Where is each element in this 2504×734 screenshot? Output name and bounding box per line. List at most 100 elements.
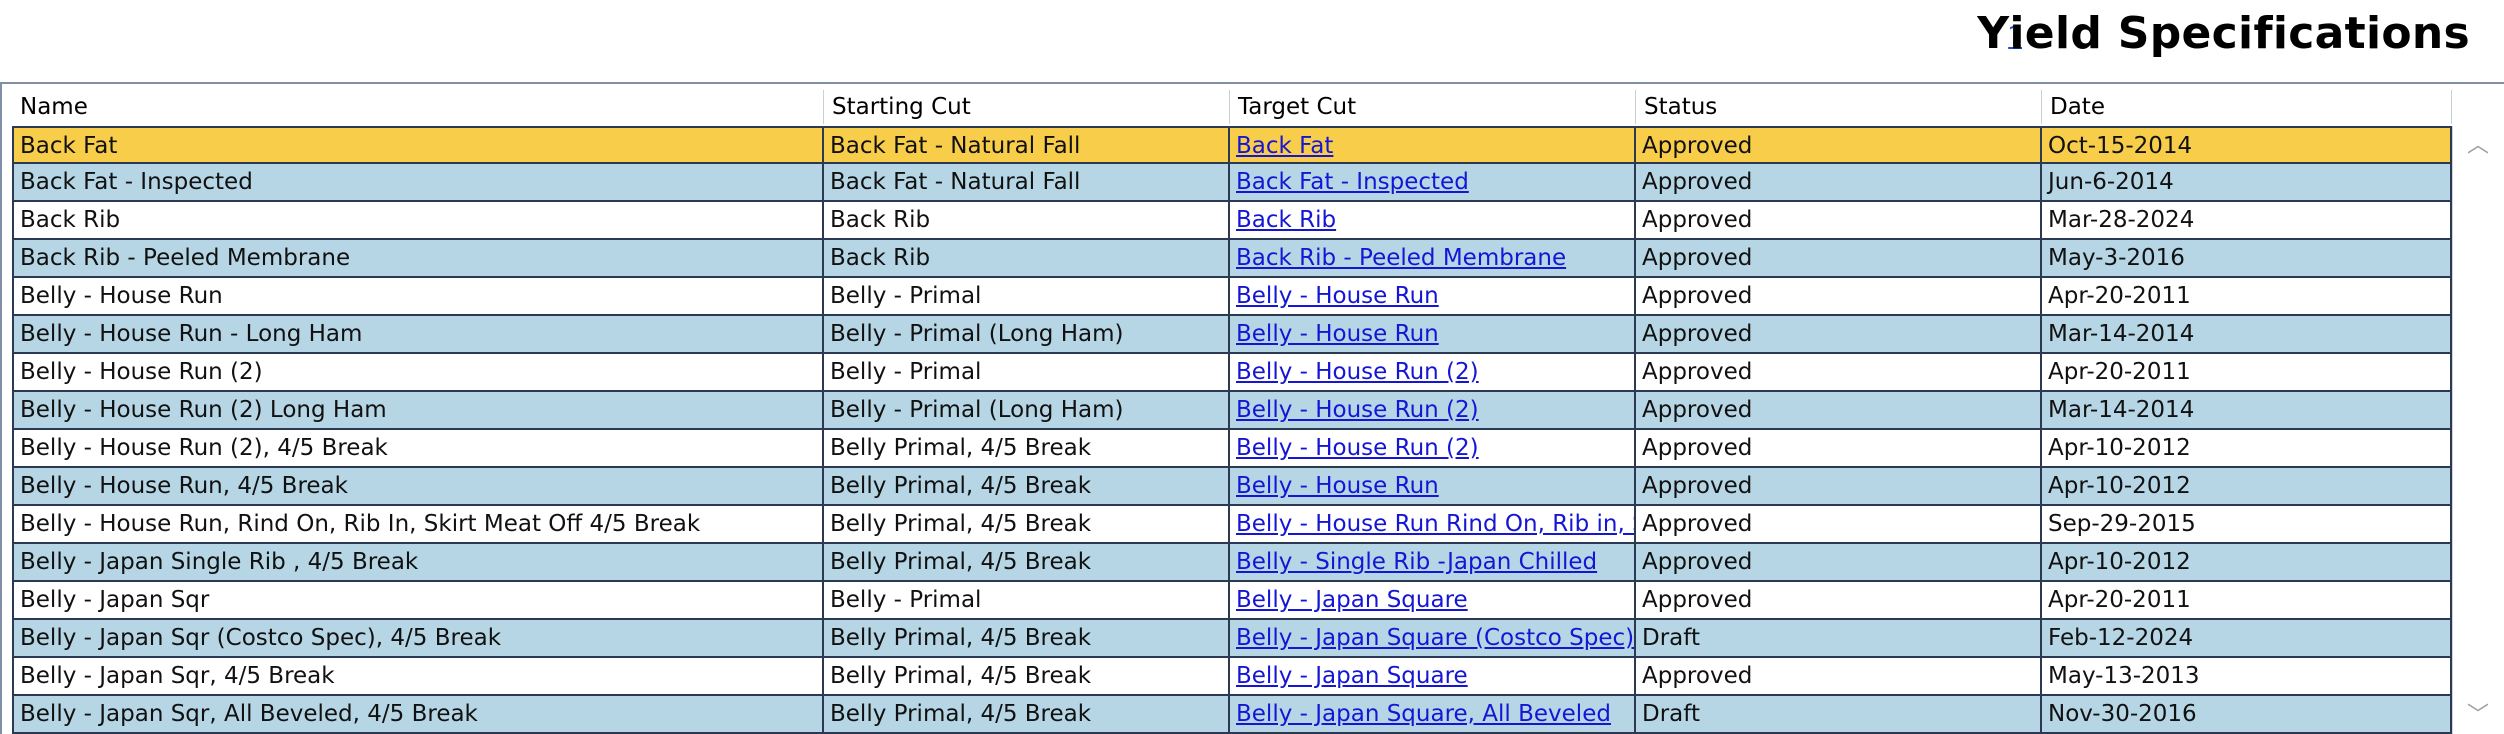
cell-name[interactable]: Belly - House Run, 4/5 Break: [12, 468, 824, 506]
cell-name[interactable]: Belly - Japan Sqr: [12, 582, 824, 620]
cell-status[interactable]: Approved: [1636, 430, 2042, 468]
cell-starting-cut[interactable]: Belly Primal, 4/5 Break: [824, 430, 1230, 468]
chevron-up-icon[interactable]: ︿: [2453, 126, 2503, 166]
cell-starting-cut[interactable]: Belly - Primal (Long Ham): [824, 392, 1230, 430]
cell-date[interactable]: Sep-29-2015: [2042, 506, 2452, 544]
cell-starting-cut[interactable]: Belly Primal, 4/5 Break: [824, 658, 1230, 696]
cell-name[interactable]: Belly - Japan Single Rib , 4/5 Break: [12, 544, 824, 582]
cell-name[interactable]: Belly - House Run (2): [12, 354, 824, 392]
table-row[interactable]: Belly - Japan Sqr, 4/5 Break Belly Primal…: [12, 658, 2452, 696]
cell-starting-cut[interactable]: Belly Primal, 4/5 Break: [824, 620, 1230, 658]
cell-date[interactable]: Apr-10-2012: [2042, 468, 2452, 506]
cell-name[interactable]: Belly - House Run, Rind On, Rib In, Skir…: [12, 506, 824, 544]
table-row[interactable]: Belly - Japan Sqr, All Beveled, 4/5 Brea…: [12, 696, 2452, 734]
cell-date[interactable]: Oct-15-2014: [2042, 126, 2452, 164]
cell-name[interactable]: Belly - House Run (2), 4/5 Break: [12, 430, 824, 468]
cell-status[interactable]: Approved: [1636, 392, 2042, 430]
cell-name[interactable]: Belly - House Run (2) Long Ham: [12, 392, 824, 430]
cell-starting-cut[interactable]: Back Rib: [824, 202, 1230, 240]
cell-name[interactable]: Belly - Japan Sqr (Costco Spec), 4/5 Bre…: [12, 620, 824, 658]
cell-status[interactable]: Approved: [1636, 316, 2042, 354]
cell-status[interactable]: Approved: [1636, 506, 2042, 544]
cell-date[interactable]: Apr-10-2012: [2042, 544, 2452, 582]
target-cut-link[interactable]: Belly - House Run: [1236, 321, 1439, 347]
column-header-status[interactable]: Status: [1636, 90, 2042, 124]
target-cut-link[interactable]: Back Rib - Peeled Membrane: [1236, 245, 1566, 271]
cell-status[interactable]: Approved: [1636, 278, 2042, 316]
cell-starting-cut[interactable]: Belly Primal, 4/5 Break: [824, 696, 1230, 734]
cell-date[interactable]: Nov-30-2016: [2042, 696, 2452, 734]
target-cut-link[interactable]: Back Fat - Inspected: [1236, 169, 1469, 195]
column-header-target-cut[interactable]: Target Cut: [1230, 90, 1636, 124]
target-cut-link[interactable]: Back Fat: [1236, 133, 1333, 159]
table-row[interactable]: Belly - House Run (2) Long Ham Belly - Pr…: [12, 392, 2452, 430]
vertical-scrollbar[interactable]: ︿ ﹀: [2452, 126, 2503, 734]
target-cut-link[interactable]: Belly - House Run (2): [1236, 397, 1479, 423]
cell-date[interactable]: Apr-20-2011: [2042, 354, 2452, 392]
cell-name[interactable]: Belly - House Run - Long Ham: [12, 316, 824, 354]
cell-name[interactable]: Back Fat - Inspected: [12, 164, 824, 202]
table-row[interactable]: Belly - House Run, 4/5 Break Belly Primal…: [12, 468, 2452, 506]
target-cut-link[interactable]: Belly - Japan Square (Costco Spec): [1236, 625, 1634, 651]
cell-status[interactable]: Draft: [1636, 620, 2042, 658]
table-row[interactable]: Belly - Japan Single Rib , 4/5 Break Bell…: [12, 544, 2452, 582]
table-row[interactable]: Belly - House Run (2) Belly - Primal Belly…: [12, 354, 2452, 392]
table-row[interactable]: Belly - House Run Belly - Primal Belly - H…: [12, 278, 2452, 316]
target-cut-link[interactable]: Belly - Japan Square: [1236, 587, 1468, 613]
table-row[interactable]: Belly - House Run - Long Ham Belly - Prim…: [12, 316, 2452, 354]
cell-status[interactable]: Draft: [1636, 696, 2042, 734]
cell-date[interactable]: Mar-28-2024: [2042, 202, 2452, 240]
cell-starting-cut[interactable]: Back Fat - Natural Fall: [824, 126, 1230, 164]
cell-date[interactable]: Apr-10-2012: [2042, 430, 2452, 468]
target-cut-link[interactable]: Belly - Japan Square, All Beveled: [1236, 701, 1611, 727]
cell-status[interactable]: Approved: [1636, 354, 2042, 392]
cell-name[interactable]: Back Fat: [12, 126, 824, 164]
cell-status[interactable]: Approved: [1636, 202, 2042, 240]
cell-name[interactable]: Belly - House Run: [12, 278, 824, 316]
table-row[interactable]: Belly - House Run, Rind On, Rib In, Skir…: [12, 506, 2452, 544]
cell-starting-cut[interactable]: Belly - Primal: [824, 354, 1230, 392]
target-cut-link[interactable]: Back Rib: [1236, 207, 1336, 233]
target-cut-link[interactable]: Belly - Japan Square: [1236, 663, 1468, 689]
cell-starting-cut[interactable]: Belly - Primal: [824, 582, 1230, 620]
cell-starting-cut[interactable]: Belly - Primal (Long Ham): [824, 316, 1230, 354]
column-header-name[interactable]: Name: [12, 90, 824, 124]
target-cut-link[interactable]: Belly - House Run (2): [1236, 359, 1479, 385]
cell-name[interactable]: Back Rib: [12, 202, 824, 240]
column-header-starting-cut[interactable]: Starting Cut: [824, 90, 1230, 124]
target-cut-link[interactable]: Belly - House Run: [1236, 473, 1439, 499]
cell-starting-cut[interactable]: Belly Primal, 4/5 Break: [824, 506, 1230, 544]
target-cut-link[interactable]: Belly - House Run: [1236, 283, 1439, 309]
table-row[interactable]: Back Fat Back Fat - Natural Fall Back Fat A…: [12, 126, 2452, 164]
table-row[interactable]: Belly - Japan Sqr (Costco Spec), 4/5 Bre…: [12, 620, 2452, 658]
cell-status[interactable]: Approved: [1636, 582, 2042, 620]
cell-status[interactable]: Approved: [1636, 658, 2042, 696]
cell-date[interactable]: Feb-12-2024: [2042, 620, 2452, 658]
cell-date[interactable]: Jun-6-2014: [2042, 164, 2452, 202]
cell-status[interactable]: Approved: [1636, 164, 2042, 202]
cell-starting-cut[interactable]: Back Rib: [824, 240, 1230, 278]
column-header-date[interactable]: Date: [2042, 90, 2452, 124]
table-row[interactable]: Back Fat - Inspected Back Fat - Natural F…: [12, 164, 2452, 202]
cell-status[interactable]: Approved: [1636, 240, 2042, 278]
cell-starting-cut[interactable]: Belly Primal, 4/5 Break: [824, 468, 1230, 506]
cell-starting-cut[interactable]: Belly Primal, 4/5 Break: [824, 544, 1230, 582]
cell-date[interactable]: Apr-20-2011: [2042, 582, 2452, 620]
cell-starting-cut[interactable]: Back Fat - Natural Fall: [824, 164, 1230, 202]
table-row[interactable]: Back Rib - Peeled Membrane Back Rib Back R…: [12, 240, 2452, 278]
table-row[interactable]: Belly - House Run (2), 4/5 Break Belly Pr…: [12, 430, 2452, 468]
cell-date[interactable]: May-3-2016: [2042, 240, 2452, 278]
cell-starting-cut[interactable]: Belly - Primal: [824, 278, 1230, 316]
cell-name[interactable]: Belly - Japan Sqr, 4/5 Break: [12, 658, 824, 696]
cell-date[interactable]: May-13-2013: [2042, 658, 2452, 696]
target-cut-link[interactable]: Belly - House Run (2): [1236, 435, 1479, 461]
table-row[interactable]: Belly - Japan Sqr Belly - Primal Belly - J…: [12, 582, 2452, 620]
cell-name[interactable]: Back Rib - Peeled Membrane: [12, 240, 824, 278]
target-cut-link[interactable]: Belly - House Run Rind On, Rib in, Skir: [1236, 511, 1634, 537]
chevron-down-icon[interactable]: ﹀: [2453, 696, 2503, 734]
cell-status[interactable]: Approved: [1636, 126, 2042, 164]
cell-date[interactable]: Mar-14-2014: [2042, 316, 2452, 354]
target-cut-link[interactable]: Belly - Single Rib -Japan Chilled: [1236, 549, 1597, 575]
cell-name[interactable]: Belly - Japan Sqr, All Beveled, 4/5 Brea…: [12, 696, 824, 734]
cell-status[interactable]: Approved: [1636, 468, 2042, 506]
